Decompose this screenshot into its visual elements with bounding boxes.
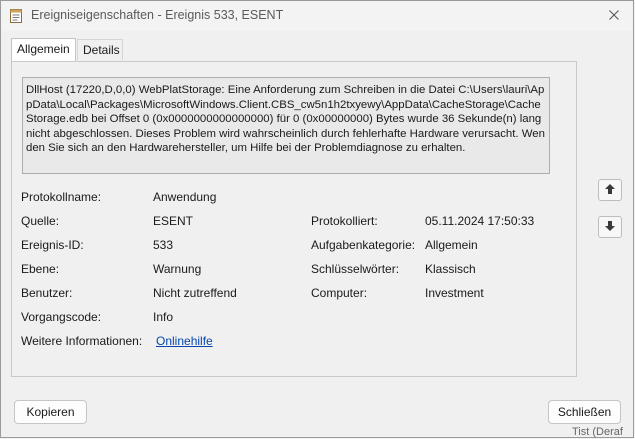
computer-value[interactable]: Investment — [425, 286, 484, 300]
title-bar[interactable]: Ereigniseigenschaften - Ereignis 533, ES… — [1, 1, 633, 31]
schluesselwoerter-label: Schlüsselwörter: — [311, 262, 400, 276]
protokollname-value[interactable]: Anwendung — [153, 190, 216, 204]
arrow-down-icon — [604, 220, 616, 235]
computer-label: Computer: — [311, 286, 368, 300]
tab-allgemein[interactable]: Allgemein — [11, 38, 76, 61]
schluesselwoerter-value[interactable]: Klassisch — [425, 262, 476, 276]
benutzer-value[interactable]: Nicht zutreffend — [153, 286, 237, 300]
protokolliert-label: Protokolliert: — [311, 214, 378, 228]
vorgangscode-value[interactable]: Info — [153, 310, 173, 324]
event-log-icon — [10, 9, 22, 23]
ebene-label: Ebene: — [21, 262, 60, 276]
close-icon[interactable] — [605, 6, 623, 24]
arrow-up-icon — [604, 183, 616, 198]
benutzer-label: Benutzer: — [21, 286, 73, 300]
copy-button[interactable]: Kopieren — [14, 400, 87, 424]
protokollname-label: Protokollname: — [21, 190, 102, 204]
aufgabenkategorie-value[interactable]: Allgemein — [425, 238, 478, 252]
quelle-label: Quelle: — [21, 214, 60, 228]
event-properties-window: Ereigniseigenschaften - Ereignis 533, ES… — [0, 0, 634, 438]
window-title: Ereigniseigenschaften - Ereignis 533, ES… — [31, 8, 284, 22]
onlinehilfe-link[interactable]: Onlinehilfe — [156, 334, 213, 348]
quelle-value[interactable]: ESENT — [153, 214, 193, 228]
ebene-value[interactable]: Warnung — [153, 262, 201, 276]
tab-details[interactable]: Details — [77, 39, 123, 60]
background-window-fragment: Tist (Deraf — [572, 426, 623, 438]
previous-event-button[interactable] — [598, 179, 622, 201]
aufgabenkategorie-label: Aufgabenkategorie: — [311, 238, 416, 252]
next-event-button[interactable] — [598, 216, 622, 238]
close-button[interactable]: Schließen — [548, 400, 621, 424]
vorgangscode-label: Vorgangscode: — [21, 310, 102, 324]
weitere-informationen-label: Weitere Informationen: — [21, 334, 143, 348]
event-description[interactable]: DllHost (17220,D,0,0) WebPlatStorage: Ei… — [22, 77, 550, 174]
protokolliert-value[interactable]: 05.11.2024 17:50:33 — [425, 214, 534, 228]
ereignis-id-value[interactable]: 533 — [153, 238, 173, 252]
ereignis-id-label: Ereignis-ID: — [21, 238, 84, 252]
